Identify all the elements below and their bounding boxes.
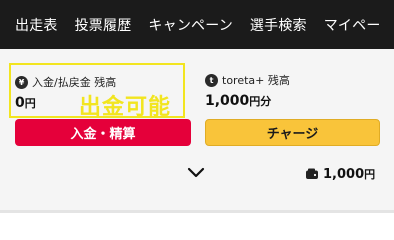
top-nav: 出走表 投票履歴 キャンペーン 選手検索 マイペー (0, 0, 394, 49)
toreta-balance-label-text: toreta+ 残高 (222, 74, 290, 87)
nav-item-campaign[interactable]: キャンペーン (133, 15, 233, 35)
cash-balance-amount: 0 (15, 95, 25, 111)
nav-item-mypage[interactable]: マイペー (309, 15, 381, 35)
yen-coin-icon: ¥ (15, 75, 28, 89)
cash-balance-value: 0円 (15, 95, 36, 111)
nav-item-vote-history[interactable]: 投票履歴 (60, 15, 132, 35)
cash-balance-unit: 円 (24, 97, 36, 110)
toreta-balance-label: t toreta+ 残高 (205, 72, 290, 88)
wallet-unit: 円 (364, 168, 376, 181)
deposit-settle-button[interactable]: 入金・精算 (15, 119, 191, 146)
wallet-icon (306, 168, 318, 179)
wallet-balance: 1,000円 (305, 166, 375, 182)
chevron-down-icon[interactable] (187, 166, 205, 180)
cash-balance-label: ¥ 入金/払戻金 残高 (15, 74, 116, 90)
nav-item-race-card[interactable]: 出走表 (0, 15, 58, 35)
charge-button[interactable]: チャージ (205, 119, 380, 146)
wallet-amount: 1,000 (323, 167, 365, 182)
toreta-balance-unit: 円分 (249, 95, 272, 108)
toreta-balance-amount: 1,000 (205, 93, 250, 109)
toreta-balance-value: 1,000円分 (205, 93, 271, 109)
wallet-amount-text: 1,000円 (323, 166, 375, 182)
nav-item-rider-search[interactable]: 選手検索 (235, 15, 307, 35)
bottom-divider (0, 210, 394, 213)
withdrawable-annotation: 出金可能 (79, 95, 172, 120)
toreta-balance-box: t toreta+ 残高 1,000円分 (204, 63, 384, 118)
cash-balance-label-text: 入金/払戻金 残高 (32, 76, 117, 89)
toreta-coin-icon: t (205, 73, 218, 87)
